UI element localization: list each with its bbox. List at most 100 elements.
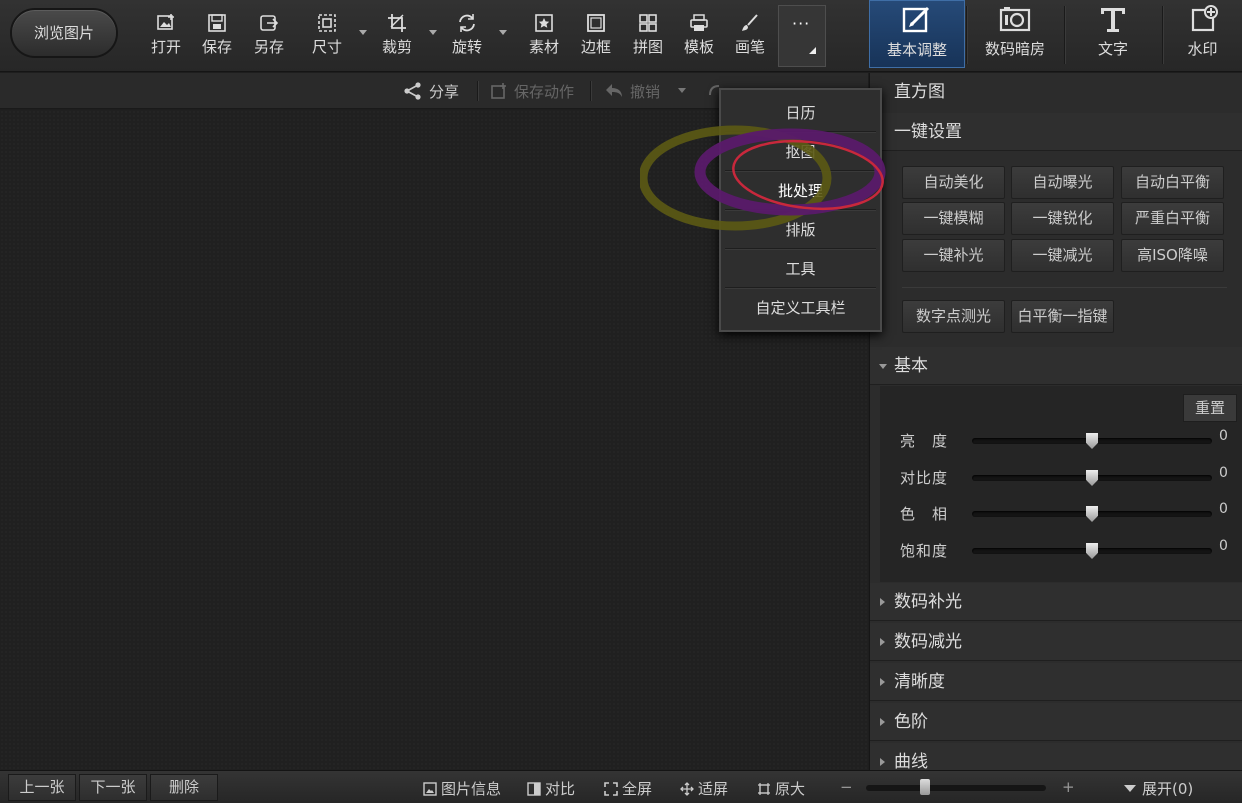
one-click-fill-light-button[interactable]: 一键补光 [902, 239, 1005, 272]
saturation-slider-row: 饱和度 0 [890, 538, 1240, 564]
collage-button[interactable]: 拼图 [625, 12, 671, 62]
tab-watermark[interactable]: 水印 [1163, 0, 1242, 68]
zoom-in-button[interactable]: + [1062, 778, 1075, 796]
fullscreen-label: 全屏 [622, 780, 653, 798]
menu-item-batch[interactable]: 批处理 [725, 172, 876, 210]
one-click-reduce-light-button[interactable]: 一键减光 [1011, 239, 1114, 272]
save-as-button[interactable]: 另存 [246, 12, 292, 62]
tab-digital-darkroom[interactable]: 数码暗房 [967, 0, 1063, 68]
image-info-button[interactable]: 图片信息 [423, 778, 501, 799]
basic-section-header[interactable]: 基本 [870, 347, 1242, 385]
original-size-label: 原大 [775, 780, 806, 798]
auto-white-balance-button[interactable]: 自动白平衡 [1121, 166, 1224, 199]
one-click-header[interactable]: 一键设置 [870, 113, 1242, 151]
image-info-label: 图片信息 [441, 780, 502, 798]
fit-screen-label: 适屏 [698, 780, 729, 798]
auto-exposure-button[interactable]: 自动曝光 [1011, 166, 1114, 199]
share-icon [404, 82, 421, 100]
auto-beautify-button[interactable]: 自动美化 [902, 166, 1005, 199]
contrast-value: 0 [1219, 465, 1228, 481]
tab-basic-label: 基本调整 [886, 41, 947, 59]
expand-arrow-icon [880, 638, 885, 646]
severe-white-balance-button[interactable]: 严重白平衡 [1121, 202, 1224, 235]
brightness-slider-knob[interactable] [1086, 433, 1098, 449]
section-levels[interactable]: 色阶 [870, 703, 1242, 741]
menu-item-cutout[interactable]: 抠图 [725, 133, 876, 171]
compare-icon [527, 782, 541, 796]
zoom-out-button[interactable]: − [840, 778, 853, 796]
save-as-icon [246, 12, 292, 36]
basic-sliders-area: 重置 亮 度 0 对比度 0 色 相 0 饱和度 0 [880, 386, 1242, 582]
original-size-button[interactable]: 原大 [757, 778, 805, 799]
undo-button[interactable]: 撤销 [604, 81, 660, 102]
zoom-slider[interactable] [866, 779, 1046, 795]
expand-arrow-icon [880, 758, 885, 766]
collage-label: 拼图 [632, 38, 663, 56]
resize-label: 尺寸 [311, 38, 342, 56]
rotate-button[interactable]: 旋转 [444, 12, 490, 62]
basic-section-label: 基本 [894, 356, 928, 376]
white-balance-picker-button[interactable]: 白平衡一指键 [1011, 300, 1114, 333]
contrast-slider-knob[interactable] [1086, 470, 1098, 486]
tab-darkroom-label: 数码暗房 [984, 40, 1045, 58]
share-label: 分享 [429, 83, 460, 101]
resize-dropdown-caret[interactable] [359, 30, 367, 35]
save-action-button[interactable]: 保存动作 [490, 81, 574, 102]
delete-image-button[interactable]: 删除 [150, 774, 218, 801]
fullscreen-button[interactable]: 全屏 [604, 778, 652, 799]
expand-filmstrip-button[interactable]: 展开(0) [1124, 778, 1193, 799]
text-icon [1065, 0, 1161, 38]
rotate-dropdown-caret[interactable] [499, 30, 507, 35]
tab-basic-adjust[interactable]: 基本调整 [869, 0, 965, 68]
hue-slider-knob[interactable] [1086, 506, 1098, 522]
reset-button[interactable]: 重置 [1183, 394, 1237, 422]
spot-metering-button[interactable]: 数字点测光 [902, 300, 1005, 333]
brush-button[interactable]: 画笔 [727, 12, 773, 62]
material-icon [521, 12, 567, 36]
tab-watermark-label: 水印 [1187, 40, 1218, 58]
histogram-header[interactable]: 直方图 [870, 73, 1242, 111]
previous-image-button[interactable]: 上一张 [8, 774, 76, 801]
contrast-slider[interactable] [972, 470, 1212, 486]
saturation-slider-knob[interactable] [1086, 543, 1098, 559]
next-image-button[interactable]: 下一张 [79, 774, 147, 801]
one-click-blur-button[interactable]: 一键模糊 [902, 202, 1005, 235]
menu-item-customize-toolbar[interactable]: 自定义工具栏 [725, 289, 876, 327]
brightness-slider[interactable] [972, 433, 1212, 449]
more-tools-button[interactable]: ··· [778, 5, 826, 67]
tab-text[interactable]: 文字 [1065, 0, 1161, 68]
menu-item-tools[interactable]: 工具 [725, 250, 876, 288]
material-button[interactable]: 素材 [521, 12, 567, 62]
compare-button[interactable]: 对比 [527, 778, 575, 799]
high-iso-denoise-button[interactable]: 高ISO降噪 [1121, 239, 1224, 272]
section-curves[interactable]: 曲线 [870, 743, 1242, 770]
more-dropdown-icon [809, 47, 816, 54]
section-fill-light[interactable]: 数码补光 [870, 583, 1242, 621]
histogram-label: 直方图 [894, 82, 945, 102]
saturation-slider[interactable] [972, 543, 1212, 559]
crop-button[interactable]: 裁剪 [374, 12, 420, 62]
section-clarity[interactable]: 清晰度 [870, 663, 1242, 701]
menu-item-layout[interactable]: 排版 [725, 211, 876, 249]
open-button[interactable]: 打开 [143, 12, 189, 62]
border-button[interactable]: 边框 [573, 12, 619, 62]
fit-screen-button[interactable]: 适屏 [680, 778, 728, 799]
zoom-slider-knob[interactable] [920, 779, 930, 795]
open-image-icon [143, 12, 189, 36]
undo-dropdown-caret[interactable] [678, 88, 686, 93]
brush-label: 画笔 [734, 38, 765, 56]
share-button[interactable]: 分享 [403, 81, 459, 102]
section-reduce-light[interactable]: 数码减光 [870, 623, 1242, 661]
menu-item-calendar[interactable]: 日历 [725, 94, 876, 132]
more-tools-menu: 日历 抠图 批处理 排版 工具 自定义工具栏 [719, 88, 882, 332]
resize-button[interactable]: 尺寸 [304, 12, 350, 62]
hue-slider[interactable] [972, 506, 1212, 522]
material-label: 素材 [528, 38, 559, 56]
crop-dropdown-caret[interactable] [429, 30, 437, 35]
template-button[interactable]: 模板 [676, 12, 722, 62]
section-fill-light-label: 数码补光 [894, 592, 962, 612]
crop-icon [374, 12, 420, 36]
save-button[interactable]: 保存 [194, 12, 240, 62]
browse-images-button[interactable]: 浏览图片 [10, 8, 118, 58]
one-click-sharpen-button[interactable]: 一键锐化 [1011, 202, 1114, 235]
